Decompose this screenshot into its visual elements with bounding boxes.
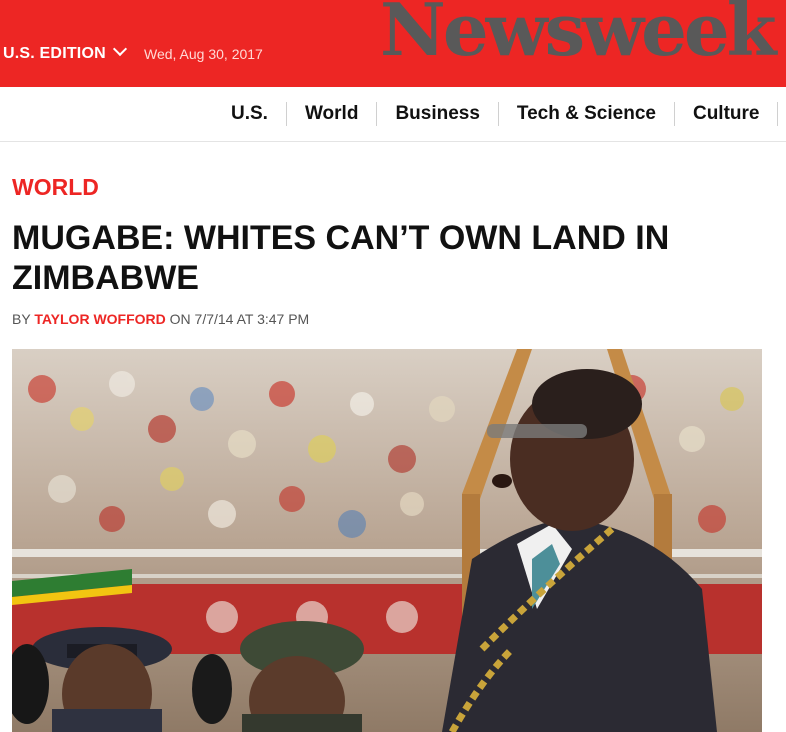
main-navigation: U.S. World Business Tech & Science Cultu… [0,87,786,142]
chevron-down-icon [112,41,127,57]
article-section-link[interactable]: WORLD [12,174,99,201]
nav-item-culture[interactable]: Culture [675,102,779,126]
author-link[interactable]: TAYLOR WOFFORD [34,311,165,327]
byline-mid: ON [169,311,191,327]
article-headline: MUGABE: WHITES CAN’T OWN LAND IN ZIMBABW… [12,219,670,297]
nav-item-business[interactable]: Business [377,102,499,126]
edition-label: U.S. EDITION [3,45,106,62]
nav-item-sports[interactable]: Sp [778,102,786,126]
nav-item-tech-science[interactable]: Tech & Science [499,102,675,126]
header-date: Wed, Aug 30, 2017 [144,46,263,62]
byline-prefix: BY [12,311,31,327]
newsweek-logo[interactable]: Newsweek [380,0,777,66]
nav-item-us[interactable]: U.S. [213,102,287,126]
article-byline: BY TAYLOR WOFFORD ON 7/7/14 AT 3:47 PM [12,311,309,327]
edition-selector[interactable]: U.S. EDITION [3,41,127,63]
nav-item-world[interactable]: World [287,102,378,126]
article-hero-image [12,349,762,732]
article-timestamp: 7/7/14 AT 3:47 PM [194,311,310,327]
site-header: U.S. EDITION Wed, Aug 30, 2017 Newsweek [0,0,786,87]
